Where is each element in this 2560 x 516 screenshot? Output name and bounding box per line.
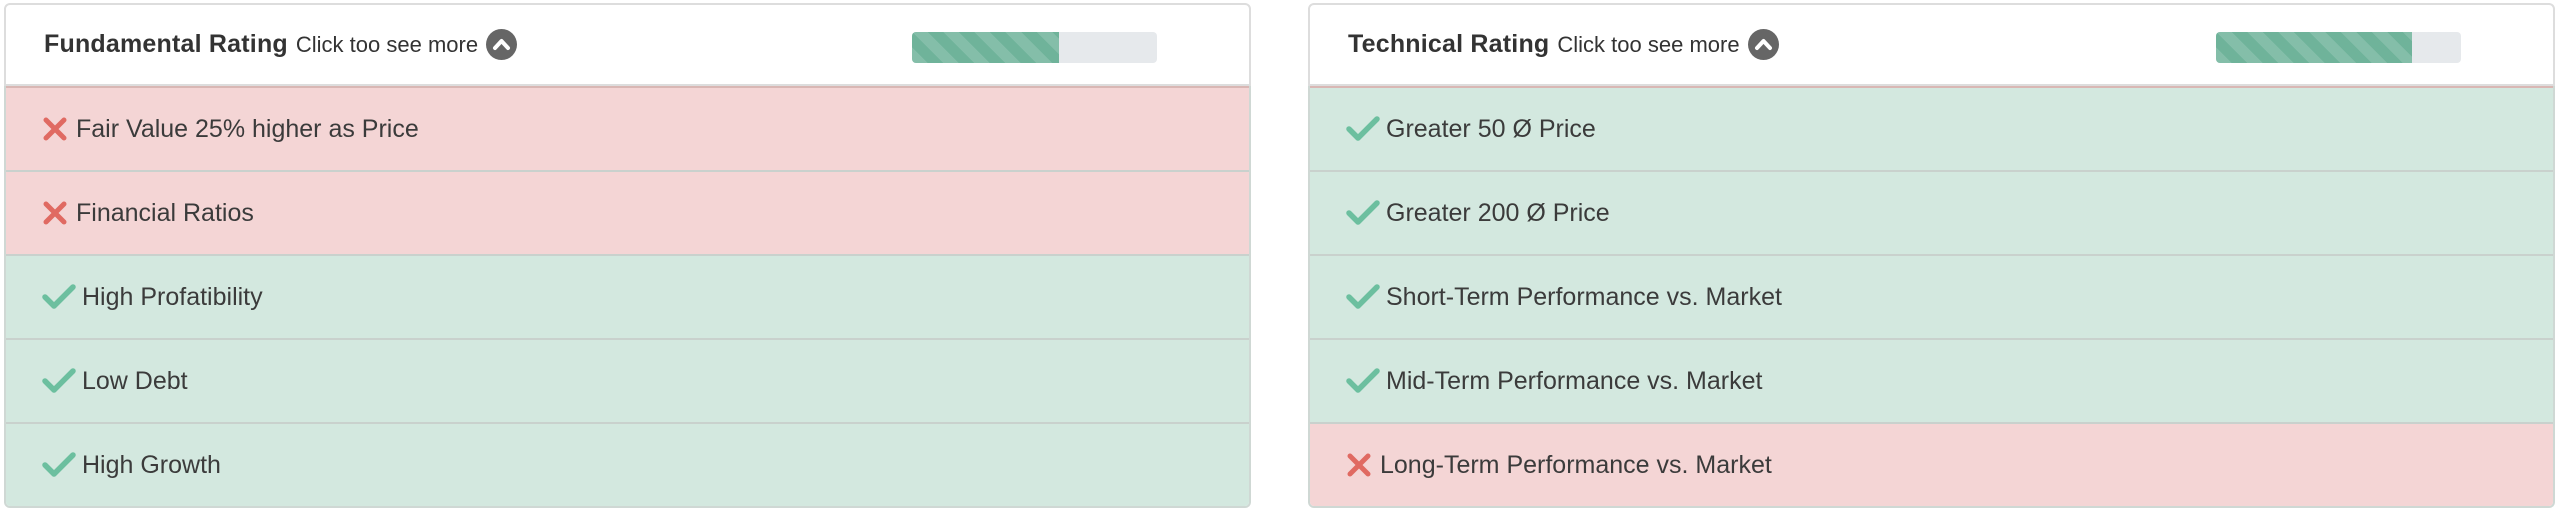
panel-title: Fundamental Rating: [44, 30, 288, 58]
panel-hint[interactable]: Click too see more: [296, 32, 478, 58]
criteria-row: Short-Term Performance vs. Market: [1310, 254, 2553, 338]
criteria-label: Greater 200 Ø Price: [1386, 198, 1610, 227]
chevron-up-circle-icon[interactable]: [1747, 29, 1779, 60]
criteria-row: Greater 200 Ø Price: [1310, 170, 2553, 254]
fundamental-rating-panel: Fundamental Rating Click too see more Fa…: [4, 3, 1251, 511]
criteria-row: Fair Value 25% higher as Price: [6, 86, 1249, 170]
criteria-label: Short-Term Performance vs. Market: [1386, 282, 1782, 311]
criteria-row: Mid-Term Performance vs. Market: [1310, 338, 2553, 422]
criteria-list: Greater 50 Ø Price Greater 200 Ø Price Sho…: [1308, 86, 2555, 508]
criteria-label: Long-Term Performance vs. Market: [1380, 450, 1772, 479]
check-icon: [1346, 366, 1382, 396]
criteria-label: Greater 50 Ø Price: [1386, 114, 1596, 143]
criteria-label: Fair Value 25% higher as Price: [76, 114, 419, 143]
rating-progress-bar: [912, 32, 1157, 63]
technical-rating-panel: Technical Rating Click too see more Grea…: [1308, 3, 2555, 511]
criteria-row: Financial Ratios: [6, 170, 1249, 254]
rating-progress-bar: [2216, 32, 2461, 63]
criteria-row: Low Debt: [6, 338, 1249, 422]
criteria-label: Financial Ratios: [76, 198, 254, 227]
criteria-label: Low Debt: [82, 366, 188, 395]
criteria-row: High Growth: [6, 422, 1249, 506]
criteria-row: High Profatibility: [6, 254, 1249, 338]
check-icon: [42, 450, 78, 480]
criteria-list: Fair Value 25% higher as Price Financial …: [4, 86, 1251, 508]
cross-icon: [1346, 450, 1376, 480]
criteria-label: High Profatibility: [82, 282, 263, 311]
rating-progress-fill: [2216, 32, 2412, 63]
cross-icon: [42, 114, 72, 144]
check-icon: [1346, 114, 1382, 144]
criteria-row: Greater 50 Ø Price: [1310, 86, 2553, 170]
cross-icon: [42, 198, 72, 228]
panel-hint[interactable]: Click too see more: [1557, 32, 1739, 58]
check-icon: [1346, 282, 1382, 312]
check-icon: [1346, 198, 1382, 228]
chevron-up-circle-icon[interactable]: [486, 29, 518, 60]
criteria-label: High Growth: [82, 450, 221, 479]
technical-rating-header[interactable]: Technical Rating Click too see more: [1308, 3, 2555, 86]
criteria-row: Long-Term Performance vs. Market: [1310, 422, 2553, 506]
fundamental-rating-header[interactable]: Fundamental Rating Click too see more: [4, 3, 1251, 86]
check-icon: [42, 282, 78, 312]
panel-title: Technical Rating: [1348, 30, 1550, 58]
rating-progress-fill: [912, 32, 1059, 63]
criteria-label: Mid-Term Performance vs. Market: [1386, 366, 1763, 395]
check-icon: [42, 366, 78, 396]
